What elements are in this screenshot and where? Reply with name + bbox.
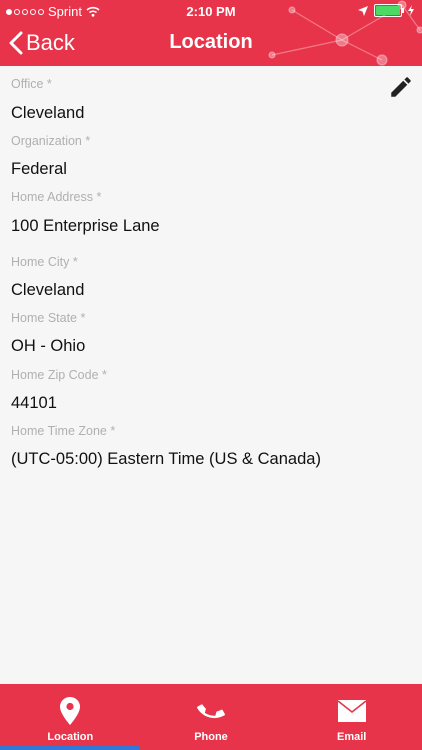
organization-value: Federal bbox=[11, 160, 67, 178]
edit-pencil-icon[interactable] bbox=[388, 74, 414, 100]
tab-location-label: Location bbox=[47, 731, 94, 743]
header-bar: Sprint 2:10 PM Back Location bbox=[0, 0, 422, 66]
office-value: Cleveland bbox=[11, 104, 85, 122]
tab-phone-label: Phone bbox=[194, 731, 228, 743]
location-pin-icon bbox=[60, 697, 81, 725]
charging-bolt-icon bbox=[408, 5, 414, 16]
selected-tab-indicator bbox=[0, 746, 140, 750]
envelope-icon bbox=[337, 700, 366, 722]
tab-email[interactable]: Email bbox=[281, 684, 422, 750]
battery-icon bbox=[374, 4, 404, 17]
tab-email-label: Email bbox=[336, 731, 367, 743]
home-city-label: Home City * bbox=[11, 255, 78, 269]
status-right bbox=[358, 4, 414, 17]
tab-location[interactable]: Location bbox=[0, 684, 141, 750]
tab-phone[interactable]: Phone bbox=[141, 684, 282, 750]
home-zip-label: Home Zip Code * bbox=[11, 368, 107, 382]
home-address-label: Home Address * bbox=[11, 190, 102, 204]
home-address-value: 100 Enterprise Lane bbox=[11, 217, 160, 235]
page-title: Location bbox=[169, 31, 253, 53]
home-timezone-label: Home Time Zone * bbox=[11, 424, 116, 438]
phone-icon bbox=[197, 704, 225, 719]
tab-bar: Location Phone Email bbox=[0, 684, 422, 750]
home-state-value: OH - Ohio bbox=[11, 337, 86, 355]
status-bar: Sprint 2:10 PM bbox=[0, 0, 422, 22]
location-arrow-icon bbox=[358, 5, 368, 16]
office-label: Office * bbox=[11, 77, 52, 91]
organization-label: Organization * bbox=[11, 134, 91, 148]
home-zip-value: 44101 bbox=[11, 394, 57, 412]
location-details: Office * Cleveland Organization * Federa… bbox=[0, 66, 422, 684]
home-timezone-value: (UTC-05:00) Eastern Time (US & Canada) bbox=[11, 450, 321, 468]
home-city-value: Cleveland bbox=[11, 281, 85, 299]
home-state-label: Home State * bbox=[11, 311, 86, 325]
